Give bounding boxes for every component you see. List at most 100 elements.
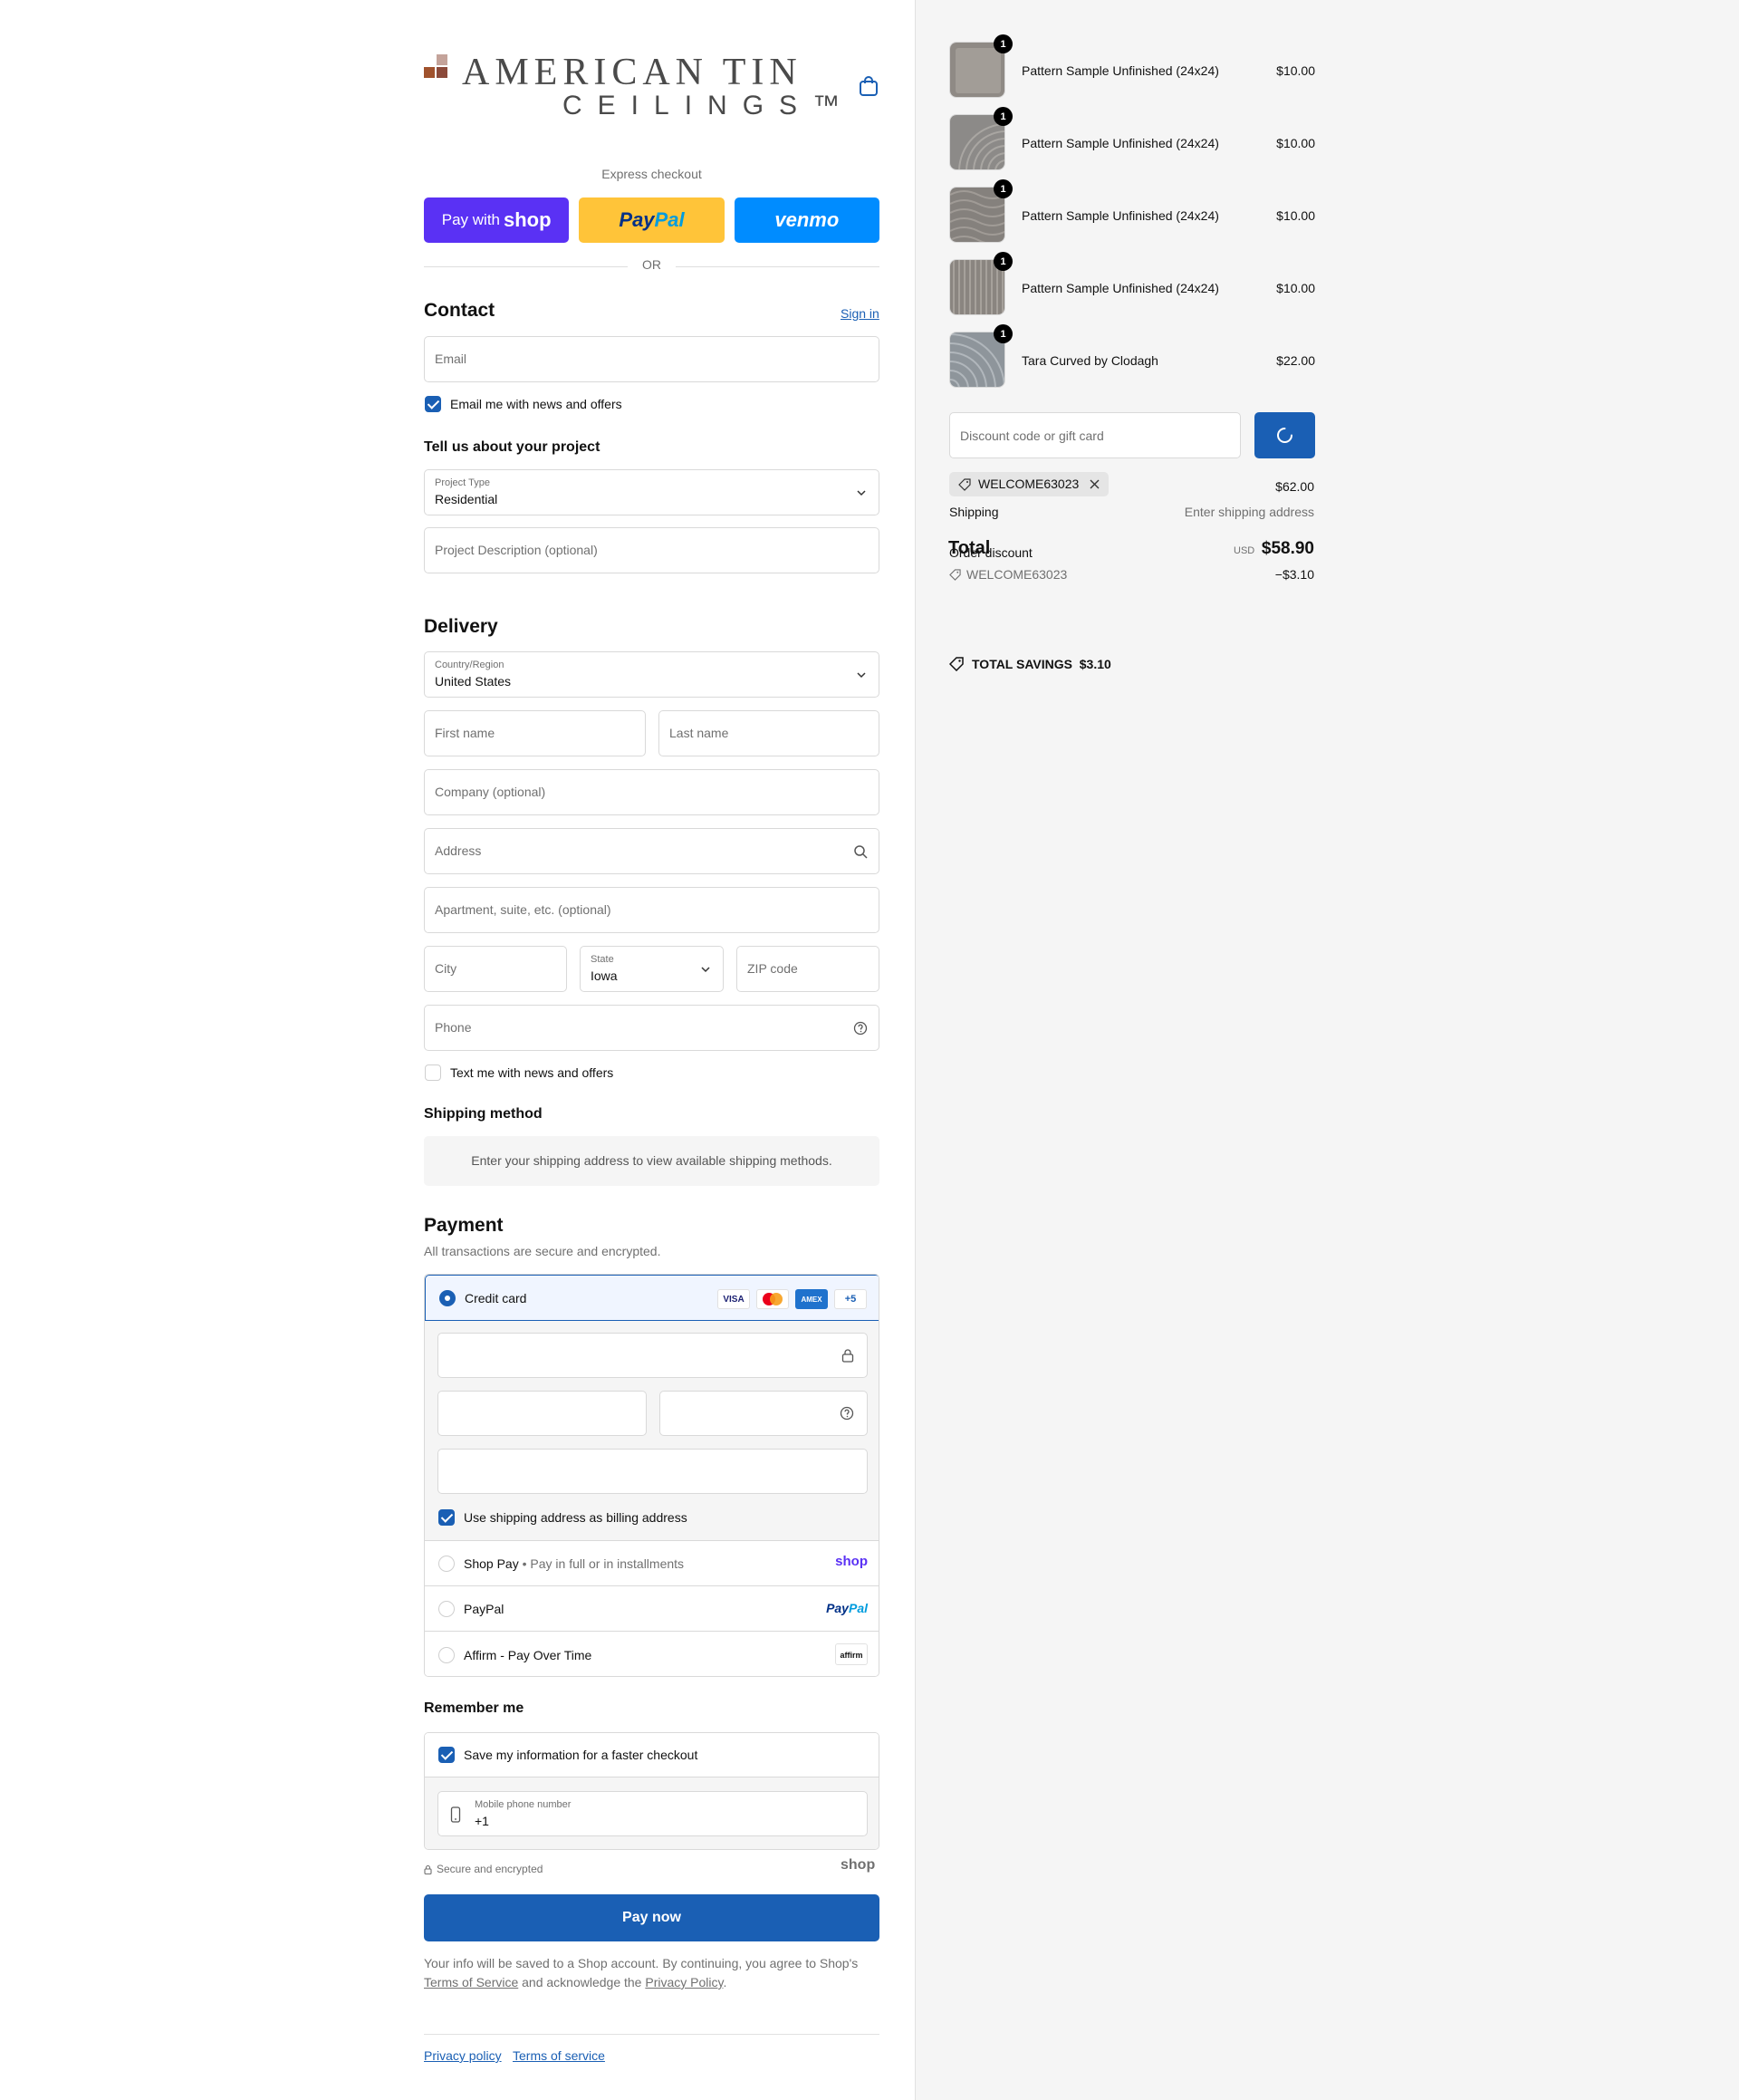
mastercard-icon <box>756 1289 789 1309</box>
quantity-badge: 1 <box>994 252 1013 271</box>
text-news-checkbox[interactable] <box>425 1064 441 1081</box>
paypal-label: PayPal <box>464 1602 504 1616</box>
discount-amount: −$3.10 <box>1274 567 1314 582</box>
paypal-radio[interactable] <box>438 1601 455 1617</box>
save-info-checkbox[interactable] <box>438 1747 455 1763</box>
loading-spinner-icon <box>1277 428 1292 443</box>
subtotal-value: $62.00 <box>1275 479 1314 494</box>
apply-discount-button[interactable] <box>1254 412 1315 458</box>
discount-code-placeholder: Discount code or gift card <box>960 429 1104 443</box>
mobile-phone-value: +1 <box>475 1814 489 1828</box>
tag-icon <box>949 569 961 581</box>
address-placeholder: Address <box>435 843 482 858</box>
city-field[interactable]: City <box>424 946 567 992</box>
venmo-word: venmo <box>774 208 840 231</box>
shipping-method-heading: Shipping method <box>424 1106 543 1122</box>
product-name: Pattern Sample Unfinished (24x24) <box>1022 281 1219 295</box>
logo-text-line1: AMERICAN TIN <box>462 52 802 93</box>
state-label: State <box>591 954 614 965</box>
payment-heading: Payment <box>424 1215 504 1236</box>
paypal-option[interactable]: PayPal PayPal <box>425 1585 879 1631</box>
shopping-bag-icon[interactable] <box>859 75 879 97</box>
or-divider: OR <box>424 257 879 275</box>
close-icon[interactable] <box>1090 479 1100 489</box>
product-price: $10.00 <box>1276 136 1315 150</box>
paypal-button[interactable]: Pay Pal <box>579 197 725 243</box>
help-circle-icon[interactable] <box>853 1021 868 1036</box>
company-placeholder: Company (optional) <box>435 785 546 799</box>
first-name-placeholder: First name <box>435 726 495 740</box>
project-heading: Tell us about your project <box>424 439 600 455</box>
mobile-phone-icon <box>450 1806 461 1823</box>
project-type-label: Project Type <box>435 477 490 488</box>
shop-terms-link[interactable]: Terms of Service <box>424 1975 518 1989</box>
amex-icon: AMEX <box>795 1289 828 1309</box>
shop-pay-button[interactable]: Pay with shop <box>424 197 570 243</box>
pay-now-button[interactable]: Pay now <box>424 1894 879 1941</box>
project-type-select[interactable]: Project Type Residential <box>424 469 879 515</box>
email-placeholder: Email <box>435 352 467 366</box>
shop-privacy-link[interactable]: Privacy Policy <box>645 1975 723 1989</box>
company-field[interactable]: Company (optional) <box>424 769 879 815</box>
state-select[interactable]: State Iowa <box>580 946 724 992</box>
paypal-logo-icon: PayPal <box>826 1601 868 1615</box>
apartment-placeholder: Apartment, suite, etc. (optional) <box>435 902 611 917</box>
security-code-field[interactable] <box>659 1391 868 1436</box>
savings-tag-icon <box>949 657 964 671</box>
total-label: Total <box>948 538 991 558</box>
brand-logo[interactable]: AMERICAN TIN CEILINGS™ <box>424 51 840 123</box>
phone-field[interactable]: Phone <box>424 1005 879 1051</box>
shop-pay-radio[interactable] <box>438 1556 455 1572</box>
discount-code-field[interactable]: Discount code or gift card <box>949 412 1241 458</box>
more-cards-badge: +5 <box>834 1289 867 1309</box>
chevron-down-icon <box>701 967 710 973</box>
payment-options: Credit card VISA AMEX +5 Use shipping ad… <box>424 1274 879 1677</box>
product-price: $22.00 <box>1276 353 1315 368</box>
footer-privacy-link[interactable]: Privacy policy <box>424 2048 502 2063</box>
credit-card-form: Use shipping address as billing address <box>425 1321 879 1541</box>
cart-item: 1 Pattern Sample Unfinished (24x24) $10.00 <box>949 179 1315 245</box>
credit-card-radio[interactable] <box>439 1290 456 1306</box>
email-field[interactable]: Email <box>424 336 879 382</box>
search-icon <box>854 845 868 859</box>
billing-address-checkbox[interactable] <box>438 1509 455 1526</box>
discount-code-line: WELCOME63023 <box>966 567 1068 582</box>
cart-item: 1 Pattern Sample Unfinished (24x24) $10.00 <box>949 107 1315 172</box>
state-value: Iowa <box>591 968 618 983</box>
chevron-down-icon <box>857 490 866 496</box>
shop-pay-option[interactable]: Shop Pay • Pay in full or in installment… <box>425 1540 879 1585</box>
last-name-field[interactable]: Last name <box>658 710 879 756</box>
text-news-label: Text me with news and offers <box>450 1065 614 1080</box>
visa-icon: VISA <box>717 1289 750 1309</box>
address-field[interactable]: Address <box>424 828 879 874</box>
country-label: Country/Region <box>435 660 504 670</box>
shop-pay-label: Shop Pay • Pay in full or in installment… <box>464 1556 685 1571</box>
help-circle-icon[interactable] <box>840 1406 854 1421</box>
card-number-field[interactable] <box>437 1333 868 1378</box>
shipping-method-note: Enter your shipping address to view avai… <box>424 1136 879 1186</box>
project-description-placeholder: Project Description (optional) <box>435 543 598 557</box>
affirm-option[interactable]: Affirm - Pay Over Time affirm <box>425 1631 879 1676</box>
affirm-radio[interactable] <box>438 1647 455 1663</box>
project-description-field[interactable]: Project Description (optional) <box>424 527 879 573</box>
project-type-value: Residential <box>435 492 498 506</box>
sign-in-link[interactable]: Sign in <box>841 306 879 321</box>
name-on-card-field[interactable] <box>437 1449 868 1494</box>
first-name-field[interactable]: First name <box>424 710 646 756</box>
country-select[interactable]: Country/Region United States <box>424 651 879 698</box>
credit-card-option[interactable]: Credit card VISA AMEX +5 <box>425 1275 879 1321</box>
apartment-field[interactable]: Apartment, suite, etc. (optional) <box>424 887 879 933</box>
zip-field[interactable]: ZIP code <box>736 946 879 992</box>
venmo-button[interactable]: venmo <box>734 197 879 243</box>
total-value: $58.90 <box>1261 539 1314 558</box>
shop-logo-icon: shop <box>841 1857 876 1873</box>
email-news-checkbox[interactable] <box>425 396 441 412</box>
cart-item: 1 Pattern Sample Unfinished (24x24) $10.00 <box>949 252 1315 317</box>
save-info-row[interactable]: Save my information for a faster checkou… <box>425 1733 879 1777</box>
legal-text-1: Your info will be saved to a Shop accoun… <box>424 1956 859 1970</box>
quantity-badge: 1 <box>994 179 1013 198</box>
total-savings-value: $3.10 <box>1079 657 1111 671</box>
footer-terms-link[interactable]: Terms of service <box>513 2048 605 2063</box>
expiration-date-field[interactable] <box>437 1391 647 1436</box>
mobile-phone-field[interactable]: Mobile phone number +1 <box>437 1791 868 1836</box>
